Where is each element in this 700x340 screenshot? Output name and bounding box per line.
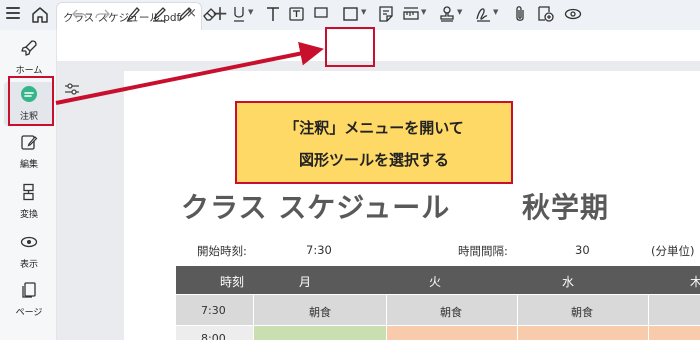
table-row: 8:00 [176, 326, 700, 340]
stamp-icon[interactable] [438, 4, 456, 24]
pages-icon [20, 281, 38, 299]
home-icon[interactable] [30, 5, 50, 25]
edit-icon [20, 133, 38, 151]
table-cell [387, 326, 518, 340]
highlight-box-annotate [8, 76, 54, 126]
filter-settings-icon[interactable] [62, 79, 82, 99]
sidebar-item-label: 表示 [19, 260, 38, 270]
sidebar-item-label: ページ [15, 308, 43, 318]
hamburger-menu-icon[interactable] [6, 7, 20, 21]
table-cell: 8:00 [176, 326, 254, 340]
sidebar-item-label: 変換 [19, 210, 38, 220]
header-thursday: 木 [690, 275, 700, 289]
interval-value: 30 [575, 243, 590, 257]
eye-icon[interactable] [564, 4, 582, 24]
add-note-icon[interactable] [536, 4, 554, 24]
text-icon[interactable] [264, 4, 282, 24]
annotation-toolbar [62, 33, 700, 61]
document-title: クラス スケジュール [181, 191, 451, 224]
header-monday: 月 [299, 275, 312, 289]
table-cell: 朝食 [387, 295, 518, 325]
chevron-down-icon[interactable]: ▼ [457, 8, 462, 16]
sidebar-item-edit[interactable]: 編集 [4, 130, 54, 174]
sticky-note-icon[interactable] [377, 4, 395, 24]
sidebar-item-view[interactable]: 表示 [4, 230, 54, 274]
pencil-icon[interactable] [176, 4, 194, 24]
table-cell: 7:30 [176, 295, 254, 325]
chevron-down-icon[interactable]: ▼ [248, 8, 253, 16]
rectangle-icon[interactable] [342, 4, 360, 24]
interval-label: 時間間隔: [458, 244, 508, 258]
table-cell [649, 326, 700, 340]
header-wednesday: 水 [562, 275, 575, 289]
table-row: 7:30 朝食 朝食 朝食 [176, 295, 700, 325]
underline-icon[interactable] [230, 4, 248, 24]
chevron-down-icon[interactable]: ▼ [493, 8, 498, 16]
callout-line-2: 図形ツールを選択する [298, 151, 449, 169]
header-time: 時刻 [220, 275, 245, 289]
table-header: 時刻 月 火 水 木 [176, 266, 700, 294]
textbox-icon[interactable] [288, 4, 306, 24]
callout-icon[interactable] [312, 4, 330, 24]
rocket-icon [20, 39, 38, 57]
signature-icon[interactable] [474, 4, 492, 24]
instruction-callout: 「注釈」メニューを開いて 図形ツールを選択する [235, 101, 513, 184]
area-highlight-icon[interactable] [150, 4, 168, 24]
header-tuesday: 火 [429, 275, 442, 289]
start-time-label: 開始時刻: [197, 244, 247, 258]
attachment-icon[interactable] [511, 4, 529, 24]
start-time-value: 7:30 [306, 243, 332, 257]
sidebar-item-convert[interactable]: 変換 [4, 180, 54, 224]
highlighter-icon[interactable] [124, 4, 142, 24]
highlight-box-rectangle [325, 27, 375, 67]
sidebar-item-home[interactable]: ホーム [4, 36, 54, 80]
interval-unit: (分単位) [651, 244, 695, 258]
sidebar-item-label: 編集 [19, 160, 38, 170]
eraser-icon[interactable] [201, 4, 219, 24]
chevron-down-icon[interactable]: ▼ [421, 8, 426, 16]
chevron-down-icon[interactable]: ▼ [361, 8, 366, 16]
table-cell [518, 326, 649, 340]
callout-line-1: 「注釈」メニューを開いて [284, 119, 464, 137]
measure-icon[interactable] [402, 4, 420, 24]
table-cell [254, 326, 387, 340]
sidebar-item-label: ホーム [15, 66, 43, 76]
undo-icon[interactable] [71, 4, 89, 24]
document-term: 秋学期 [522, 191, 610, 224]
table-cell [649, 295, 700, 325]
view-icon [20, 233, 38, 251]
table-cell: 朝食 [254, 295, 387, 325]
redo-icon[interactable] [93, 4, 111, 24]
convert-icon [20, 183, 38, 201]
sidebar-item-pages[interactable]: ページ [4, 278, 54, 322]
table-cell: 朝食 [518, 295, 649, 325]
